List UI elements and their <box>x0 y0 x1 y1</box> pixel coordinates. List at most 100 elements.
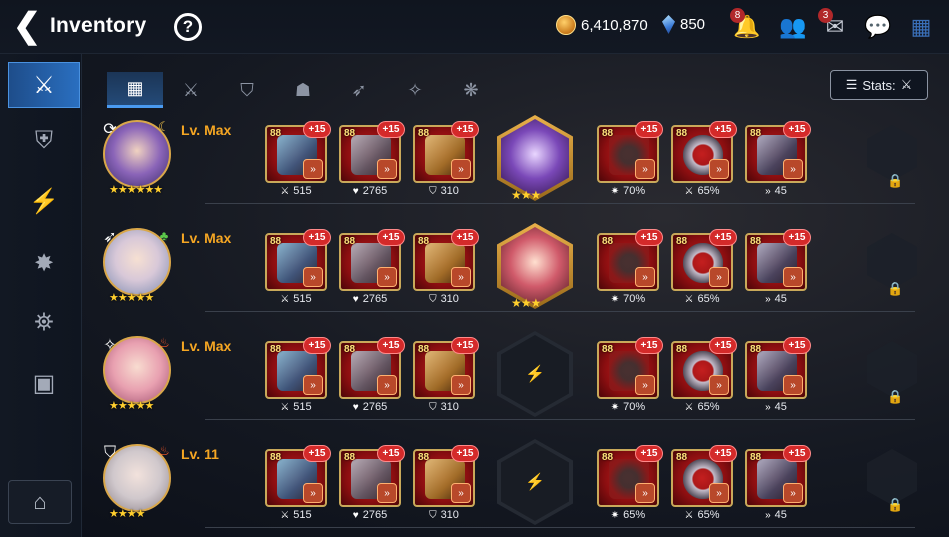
enhance-badge: +15 <box>709 445 737 462</box>
gear-slot-helm[interactable]: 88 » +15 ♥ 2765 <box>339 445 405 525</box>
sidebar-item-chest-icon[interactable]: ▣ <box>8 360 80 406</box>
stat-type-icon: ⛉ <box>429 293 437 305</box>
gear-slot-armor[interactable]: 88 » +15 ⛉ 310 <box>413 229 479 309</box>
gold-coin-icon <box>556 15 576 35</box>
filter-tabs: ▦ ⚔ ⛉ ☗ ➶ ✧ ❋ <box>107 72 499 108</box>
locked-slot[interactable]: 🔒 <box>865 341 923 417</box>
gear-slot-armor[interactable]: 88 » +15 ⛉ 310 <box>413 121 479 201</box>
team-icon[interactable]: 👥 <box>778 12 808 42</box>
gear-slot-boots[interactable]: 88» +15» 45 <box>745 445 811 525</box>
gear-main-stat: ♥ 2765 <box>339 185 401 197</box>
gear-slot-armor[interactable]: 88 » +15 ⛉ 310 <box>413 337 479 417</box>
sidebar-item-bag-icon[interactable]: ⛯ <box>8 300 80 346</box>
set-effect-icon: » <box>451 375 471 395</box>
gear-slot-ring[interactable]: 88 » +15 ⚔ 65% <box>671 229 737 309</box>
gear-slot-neck[interactable]: 88 » +15 ✷ 70% <box>597 121 663 201</box>
gear-main-stat: ⚔ 65% <box>671 509 733 521</box>
gear-slot-ring[interactable]: 88 » +15 ⚔ 65% <box>671 337 737 417</box>
stats-sort-button[interactable]: ☰ Stats: ⚔ <box>830 70 928 100</box>
storage-button[interactable]: ⌂ <box>8 480 72 524</box>
tab-bow[interactable]: ➶ <box>331 72 387 108</box>
gear-level: 88 <box>344 128 356 139</box>
gear-main-stat: ♥ 2765 <box>339 293 401 305</box>
gear-slot-boots[interactable]: 88» +15» 45 <box>745 121 811 201</box>
stat-value: 515 <box>293 293 312 305</box>
gear-slot-boots[interactable]: 88» +15» 45 <box>745 229 811 309</box>
tab-helm[interactable]: ☗ <box>275 72 331 108</box>
enhance-badge: +15 <box>783 229 811 246</box>
sidebar-item-material-icon[interactable]: ✸ <box>8 240 80 286</box>
hero-level: Lv. Max <box>181 230 232 246</box>
tab-rune-icon: ❋ <box>463 79 479 100</box>
tab-weapon-icon: ⚔ <box>182 79 200 100</box>
stat-value: 2765 <box>362 293 388 305</box>
set-effect-icon: » <box>709 483 729 503</box>
gear-slot-helm[interactable]: 88 » +15 ♥ 2765 <box>339 121 405 201</box>
set-effect-icon: » <box>451 159 471 179</box>
locked-slot[interactable]: 🔒 <box>865 125 923 201</box>
gear-slot-boots[interactable]: 88» +15» 45 <box>745 337 811 417</box>
stat-value: 2765 <box>362 509 388 521</box>
notification-bell-icon[interactable]: 🔔 8 <box>730 8 762 42</box>
hero-row[interactable]: ⛉ ♨ ★★★★ Lv. 11 88» +15 ⚔ 515 88» +15 ♥ 2765 88» +15 ⛉… <box>95 434 930 534</box>
gear-slot-weapon[interactable]: 88 » +15 ⚔ 515 <box>265 229 331 309</box>
gear-slot-helm[interactable]: 88 » +15 ♥ 2765 <box>339 229 405 309</box>
back-arrow-icon[interactable]: ❮ <box>12 9 42 43</box>
sidebar-item-artifact-icon[interactable]: ⛨ <box>8 118 80 164</box>
tab-mage[interactable]: ✧ <box>387 72 443 108</box>
tab-armor[interactable]: ⛉ <box>219 72 275 108</box>
hero-row[interactable]: ⟳ ☾ ★★★★★★ Lv. Max 88» +15 ⚔ 515 88» +15 ♥ 2765 88» +… <box>95 110 930 210</box>
gear-slot-ring[interactable]: 88 » +15 ⚔ 65% <box>671 121 737 201</box>
gear-slot-neck[interactable]: 88 » +15 ✷ 70% <box>597 337 663 417</box>
stat-type-icon: ⚔ <box>280 509 290 521</box>
lock-icon: 🔒 <box>887 281 904 296</box>
artifact-slot[interactable]: ⚡ <box>497 331 573 417</box>
gear-slot-neck[interactable]: 88 » +15 ✷ 65% <box>597 445 663 525</box>
gear-slot-armor[interactable]: 88 » +15 ⛉ 310 <box>413 445 479 525</box>
row-divider <box>205 311 915 312</box>
stat-value: 2765 <box>362 185 388 197</box>
hero-row[interactable]: ✧ ♨ ★★★★★ Lv. Max 88» +15 ⚔ 515 88» +15 ♥ 2765 88» +1… <box>95 326 930 426</box>
gear-level: 88 <box>602 236 614 247</box>
stat-type-icon: ⚔ <box>684 293 694 305</box>
locked-slot[interactable]: 🔒 <box>865 449 923 525</box>
set-effect-icon: » <box>635 483 655 503</box>
gear-icon-sidebar: ⚔ <box>33 71 55 99</box>
tab-all[interactable]: ▦ <box>107 72 163 108</box>
gear-level: 88 <box>602 452 614 463</box>
chat-icon[interactable]: 💬 <box>863 12 893 42</box>
tab-rune[interactable]: ❋ <box>443 72 499 108</box>
crystal-icon <box>662 15 675 34</box>
gear-level: 88 <box>270 236 282 247</box>
gear-slot-helm[interactable]: 88 » +15 ♥ 2765 <box>339 337 405 417</box>
gear-slot-ring[interactable]: 88 » +15 ⚔ 65% <box>671 445 737 525</box>
gear-slot-weapon[interactable]: 88 » +15 ⚔ 515 <box>265 337 331 417</box>
stat-value: 310 <box>440 293 459 305</box>
top-bar: ❮ Inventory ? 6,410,870 850 🔔 8 👥 ✉ 3 💬 ▦ <box>0 0 949 54</box>
gear-level: 88 <box>344 452 356 463</box>
gear-slot-weapon[interactable]: 88 » +15 ⚔ 515 <box>265 445 331 525</box>
stat-type-icon: » <box>765 185 771 197</box>
set-effect-icon: » <box>451 483 471 503</box>
gear-main-stat: ⚔ 65% <box>671 401 733 413</box>
sidebar-item-gear-icon-sidebar[interactable]: ⚔ <box>8 62 80 108</box>
gear-slot-neck[interactable]: 88 » +15 ✷ 70% <box>597 229 663 309</box>
help-icon[interactable]: ? <box>174 13 202 41</box>
hero-row[interactable]: ➶ ♣ ★★★★★ Lv. Max 88» +15 ⚔ 515 88» +15 ♥ 2765 88» +1… <box>95 218 930 318</box>
gear-main-stat: » 45 <box>745 185 807 197</box>
locked-slot[interactable]: 🔒 <box>865 233 923 309</box>
stat-type-icon: » <box>765 293 771 305</box>
gear-slot-weapon[interactable]: 88 » +15 ⚔ 515 <box>265 121 331 201</box>
set-effect-icon: » <box>635 267 655 287</box>
menu-grid-icon[interactable]: ▦ <box>906 12 936 42</box>
hero-class-icon: ✧ <box>103 337 117 354</box>
tab-weapon[interactable]: ⚔ <box>163 72 219 108</box>
stats-label: Stats: <box>862 77 896 93</box>
sidebar-item-lightning-icon[interactable]: ⚡ <box>8 178 80 224</box>
gear-main-stat: ♥ 2765 <box>339 509 401 521</box>
hero-element-icon: ♨ <box>158 335 170 350</box>
gear-level: 88 <box>270 452 282 463</box>
stat-value: 515 <box>293 509 312 521</box>
mail-icon[interactable]: ✉ 3 <box>818 8 850 42</box>
artifact-slot[interactable]: ⚡ <box>497 439 573 525</box>
